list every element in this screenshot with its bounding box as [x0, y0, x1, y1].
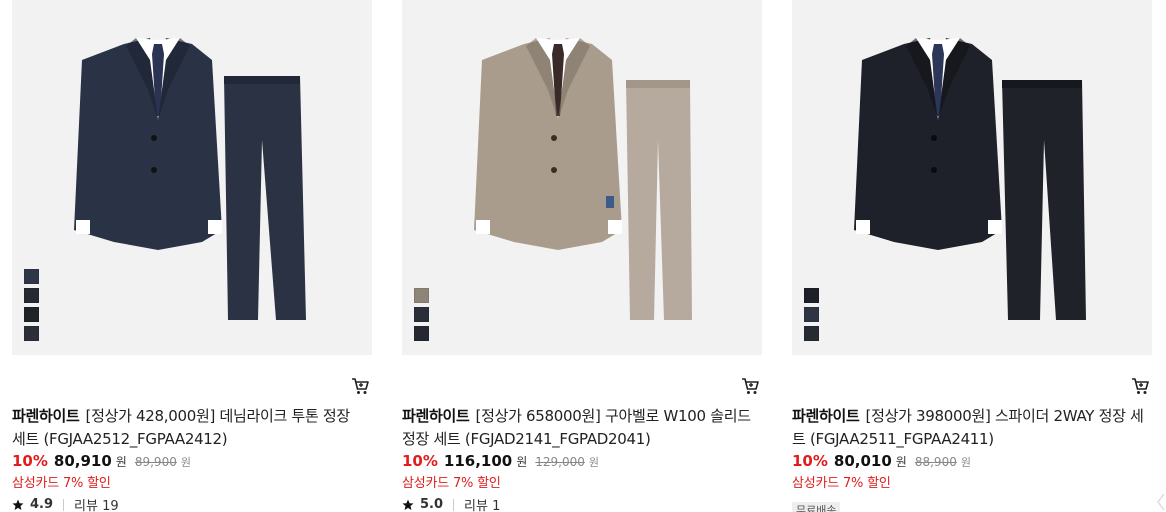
product-card[interactable]: 파렌하이트 [정상가 398000원] 스파이더 2WAY 정장 세트 (FGJA…	[792, 0, 1152, 512]
pants	[626, 80, 692, 320]
card-promo: 삼성카드 7% 할인	[792, 476, 891, 491]
cart-icon[interactable]	[1130, 376, 1150, 396]
scroll-arrow-icon[interactable]	[1156, 492, 1166, 512]
free-shipping-badge: 무료배송	[792, 502, 841, 512]
color-swatch[interactable]	[414, 326, 429, 341]
original-currency: 원	[588, 456, 600, 469]
color-swatch[interactable]	[24, 307, 39, 322]
color-swatches	[24, 269, 39, 341]
rating-value: 5.0	[420, 497, 444, 512]
original-currency: 원	[960, 456, 971, 469]
original-price: 89,900	[134, 455, 177, 469]
color-swatch[interactable]	[24, 288, 39, 303]
star-icon	[12, 499, 24, 510]
suit-image	[74, 38, 306, 320]
currency: 원	[516, 455, 528, 469]
color-swatch[interactable]	[24, 326, 39, 341]
color-swatch[interactable]	[804, 288, 819, 303]
rating-row: 5.0 리뷰 1	[402, 495, 500, 512]
rating-row: 4.9 리뷰 19	[12, 495, 119, 512]
brand-name: 파렌하이트	[402, 407, 470, 425]
currency: 원	[115, 455, 127, 469]
discount-rate: 10%	[12, 452, 48, 470]
cart-icon[interactable]	[350, 376, 370, 396]
color-swatch[interactable]	[24, 269, 39, 284]
price-row: 10% 116,100 원 129,000 원	[402, 452, 599, 470]
cart-icon[interactable]	[740, 376, 760, 396]
sale-price: 80,910	[53, 452, 112, 470]
review-count[interactable]: 리뷰 19	[74, 495, 119, 512]
jacket	[854, 38, 1002, 250]
jacket	[74, 38, 222, 250]
suit-image	[474, 38, 692, 320]
jacket	[474, 38, 622, 250]
color-swatch[interactable]	[414, 288, 429, 303]
suit-image	[854, 38, 1086, 320]
original-price: 129,000	[535, 455, 585, 469]
product-image[interactable]	[12, 0, 372, 355]
product-image[interactable]	[402, 0, 762, 355]
price-row: 10% 80,010 원 88,900 원	[792, 452, 971, 470]
price-row: 10% 80,910 원 89,900 원	[12, 452, 191, 470]
discount-rate: 10%	[402, 452, 438, 470]
color-swatch[interactable]	[804, 307, 819, 322]
product-title[interactable]: 파렌하이트 [정상가 428,000원] 데님라이크 투톤 정장 세트 (FGJA…	[12, 405, 364, 451]
color-swatch[interactable]	[804, 326, 819, 341]
brand-name: 파렌하이트	[12, 407, 80, 425]
currency: 원	[895, 455, 907, 469]
original-price: 88,900	[914, 455, 957, 469]
product-title[interactable]: 파렌하이트 [정상가 658000원] 구아벨로 W100 솔리드 정장 세트 (…	[402, 405, 754, 451]
sale-price: 116,100	[443, 452, 513, 470]
discount-rate: 10%	[792, 452, 828, 470]
divider	[63, 498, 65, 511]
color-swatches	[804, 288, 819, 341]
rating-value: 4.9	[30, 497, 54, 512]
card-promo: 삼성카드 7% 할인	[402, 476, 501, 491]
original-currency: 원	[180, 456, 191, 469]
color-swatches	[414, 288, 429, 341]
product-card[interactable]: 파렌하이트 [정상가 658000원] 구아벨로 W100 솔리드 정장 세트 (…	[402, 0, 762, 512]
color-swatch[interactable]	[414, 307, 429, 322]
product-title[interactable]: 파렌하이트 [정상가 398000원] 스파이더 2WAY 정장 세트 (FGJA…	[792, 405, 1144, 451]
product-card[interactable]: 파렌하이트 [정상가 428,000원] 데님라이크 투톤 정장 세트 (FGJA…	[12, 0, 372, 512]
star-icon	[402, 499, 414, 510]
sale-price: 80,010	[833, 452, 892, 470]
divider	[453, 498, 455, 511]
card-promo: 삼성카드 7% 할인	[12, 476, 111, 491]
product-image[interactable]	[792, 0, 1152, 355]
pants	[224, 76, 306, 320]
pants	[1002, 80, 1086, 320]
review-count[interactable]: 리뷰 1	[464, 495, 500, 512]
brand-name: 파렌하이트	[792, 407, 860, 425]
